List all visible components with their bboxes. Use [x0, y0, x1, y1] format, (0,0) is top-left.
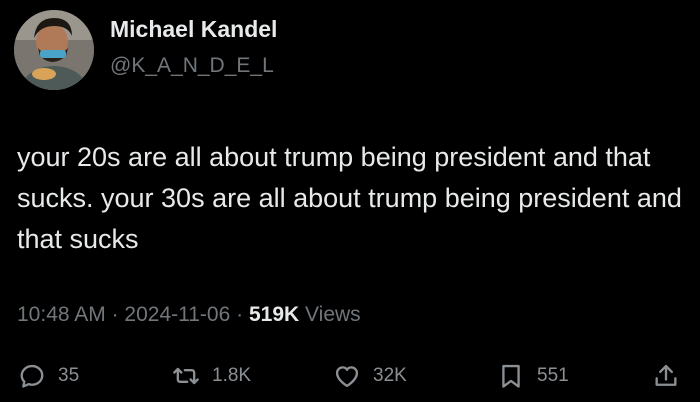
tweet: Michael Kandel @K_A_N_D_E_L your 20s are…	[0, 0, 700, 402]
repost-button[interactable]: 1.8K	[172, 358, 251, 394]
tweet-text: your 20s are all about trump being presi…	[17, 142, 682, 254]
tweet-time[interactable]: 10:48 AM	[17, 303, 106, 326]
bookmark-button[interactable]: 551	[497, 358, 569, 394]
tweet-meta: 10:48 AM · 2024-11-06 · 519K Views	[17, 303, 361, 327]
repost-icon	[173, 367, 199, 385]
author-handle[interactable]: @K_A_N_D_E_L	[110, 54, 274, 78]
reply-icon	[20, 364, 44, 388]
share-button[interactable]	[652, 358, 680, 394]
views-count: 519K	[248, 303, 300, 326]
views-label: Views	[305, 303, 361, 326]
bookmark-icon	[502, 364, 520, 388]
repost-count: 1.8K	[212, 365, 252, 386]
avatar[interactable]	[14, 10, 94, 90]
tweet-date[interactable]: 2024-11-06	[124, 303, 230, 326]
avatar-image	[14, 10, 94, 90]
share-icon	[655, 364, 677, 386]
bookmark-count: 551	[537, 365, 569, 386]
meta-separator: ·	[236, 303, 244, 326]
meta-separator: ·	[111, 303, 119, 326]
reply-button[interactable]: 35	[18, 358, 79, 394]
author-name[interactable]: Michael Kandel	[110, 16, 277, 43]
like-button[interactable]: 32K	[333, 358, 407, 394]
reply-count: 35	[58, 365, 80, 386]
heart-icon	[335, 366, 359, 388]
like-count: 32K	[373, 365, 407, 386]
action-bar: 35 1.8K 32K 551	[0, 358, 700, 394]
